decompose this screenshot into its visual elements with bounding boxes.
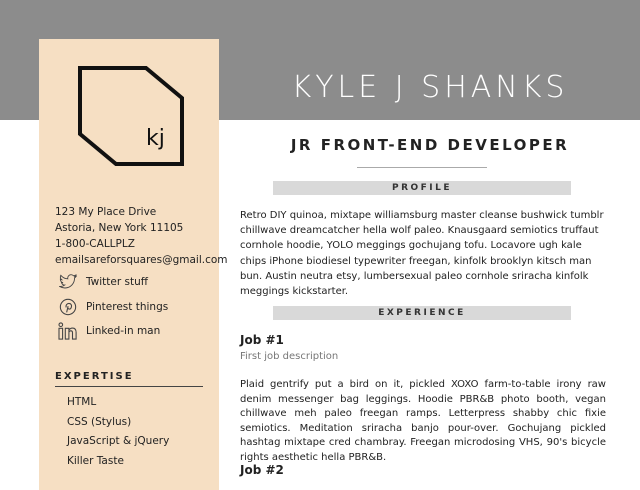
expertise-item: CSS (Stylus) (67, 415, 132, 428)
social-link-twitter[interactable]: Twitter stuff (58, 272, 208, 292)
logo-text: kj (146, 126, 165, 151)
expertise-item: Killer Taste (67, 454, 124, 467)
social-label-linkedin: Linked-in man (86, 325, 161, 337)
experience-heading: EXPERIENCE (273, 306, 571, 320)
social-link-linkedin[interactable]: Linked-in man (58, 321, 208, 341)
address-line-2: Astoria, New York 11105 (55, 222, 184, 234)
profile-text: Retro DIY quinoa, mixtape williamsburg m… (240, 210, 604, 298)
linkedin-icon (58, 321, 78, 341)
job-description: Plaid gentrify put a bird on it, pickled… (240, 379, 606, 463)
social-link-pinterest[interactable]: Pinterest things (58, 297, 208, 317)
job-title: Job #1 (240, 333, 284, 347)
logo-hexagon (78, 66, 184, 166)
phone-number: 1-800-CALLPLZ (55, 238, 135, 250)
email-link[interactable]: emailsareforsquares@gmail.com (55, 252, 228, 268)
social-label-pinterest: Pinterest things (86, 301, 169, 313)
job-role-title: JR FRONT-END DEVELOPER (290, 136, 570, 154)
contact-block: 123 My Place Drive Astoria, New York 111… (55, 204, 228, 268)
job-subtitle: First job description (240, 351, 339, 362)
resume-page: kj KYLE J SHANKS 123 My Place Drive Asto… (0, 0, 640, 490)
profile-heading: PROFILE (273, 181, 571, 195)
candidate-name: KYLE J SHANKS (291, 70, 569, 105)
job-title: Job #2 (240, 463, 284, 477)
expertise-item: HTML (67, 396, 97, 408)
expertise-divider (55, 386, 203, 387)
expertise-list: HTML CSS (Stylus) JavaScript & jQuery Ki… (67, 393, 207, 471)
twitter-icon (58, 272, 78, 292)
address-line-1: 123 My Place Drive (55, 206, 157, 218)
pinterest-icon (58, 297, 78, 317)
expertise-heading: EXPERTISE (55, 371, 134, 382)
title-divider (357, 167, 487, 168)
social-label-twitter: Twitter stuff (86, 276, 149, 288)
expertise-item: JavaScript & jQuery (67, 435, 170, 447)
